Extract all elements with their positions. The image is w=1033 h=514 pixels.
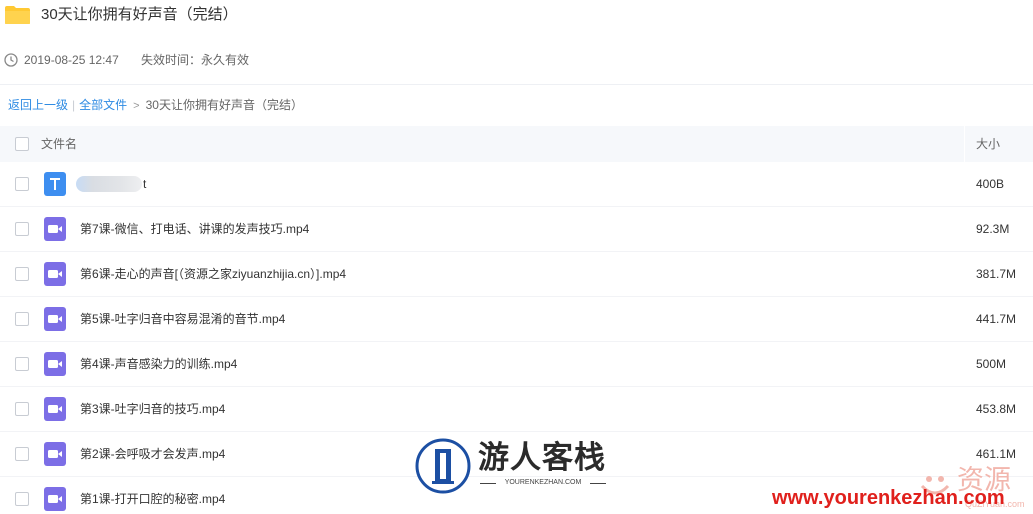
page-title: 30天让你拥有好声音（完结） — [41, 6, 238, 23]
row-checkbox[interactable] — [15, 357, 29, 371]
file-row[interactable]: t 400B — [0, 162, 1033, 207]
video-file-icon — [44, 352, 66, 376]
divider — [0, 84, 1033, 85]
file-row[interactable]: 第6课-走心的声音[（资源之家ziyuanzhijia.cn）].mp4 381… — [0, 252, 1033, 297]
file-name[interactable]: 第6课-走心的声音[（资源之家ziyuanzhijia.cn）].mp4 — [80, 266, 346, 282]
file-name[interactable]: 第4课-声音感染力的训练.mp4 — [80, 356, 237, 372]
file-row[interactable]: 第7课-微信、打电话、讲课的发声技巧.mp4 92.3M — [0, 207, 1033, 252]
back-link[interactable]: 返回上一级 — [8, 95, 68, 115]
file-row[interactable]: 第5课-吐字归音中容易混淆的音节.mp4 441.7M — [0, 297, 1033, 342]
column-header-size[interactable]: 大小 — [976, 136, 1000, 152]
video-file-icon — [44, 262, 66, 286]
file-row[interactable]: 第4课-声音感染力的训练.mp4 500M — [0, 342, 1033, 387]
video-file-icon — [44, 307, 66, 331]
row-checkbox[interactable] — [15, 312, 29, 326]
video-file-icon — [44, 487, 66, 511]
row-checkbox[interactable] — [15, 267, 29, 281]
file-name[interactable]: t — [143, 176, 146, 192]
file-size: 500M — [976, 357, 1007, 371]
file-size: 441.7M — [976, 312, 1017, 326]
column-divider — [964, 126, 965, 162]
breadcrumb-separator: | — [72, 98, 76, 112]
watermark-rule — [590, 483, 606, 484]
text-file-icon — [44, 172, 66, 196]
row-checkbox[interactable] — [15, 447, 29, 461]
breadcrumb-arrow: > — [133, 100, 140, 112]
folder-icon — [5, 6, 30, 24]
file-size: 92.3M — [976, 222, 1010, 236]
video-file-icon — [44, 442, 66, 466]
breadcrumb-current: 30天让你拥有好声音（完结） — [145, 98, 303, 112]
file-name[interactable]: 第1课-打开口腔的秘密.mp4 — [80, 491, 225, 507]
column-header-name[interactable]: 文件名 — [41, 136, 77, 152]
file-row[interactable]: 第3课-吐字归音的技巧.mp4 453.8M — [0, 387, 1033, 432]
title-bar: 30天让你拥有好声音（完结） — [0, 0, 1033, 32]
watermark-url: www.yourenkezhan.com — [772, 487, 1005, 509]
breadcrumb: 返回上一级 | 全部文件 >30天让你拥有好声音（完结） — [8, 95, 303, 115]
file-name[interactable]: 第3课-吐字归音的技巧.mp4 — [80, 401, 225, 417]
expire-time: 失效时间：永久有效 — [141, 53, 250, 67]
file-size: 400B — [976, 177, 1005, 191]
watermark-logo — [415, 438, 471, 494]
share-meta: 2019-08-25 12:47 失效时间：永久有效 — [0, 50, 1033, 70]
file-size: 381.7M — [976, 267, 1017, 281]
file-name[interactable]: 第2课-会呼吸才会发声.mp4 — [80, 446, 225, 462]
row-checkbox[interactable] — [15, 402, 29, 416]
row-checkbox[interactable] — [15, 222, 29, 236]
file-size: 461.1M — [976, 447, 1017, 461]
clock-icon — [4, 53, 18, 67]
row-checkbox[interactable] — [15, 492, 29, 506]
video-file-icon — [44, 397, 66, 421]
table-header: 文件名 大小 — [0, 126, 1033, 162]
file-name[interactable]: 第7课-微信、打电话、讲课的发声技巧.mp4 — [80, 221, 309, 237]
file-name[interactable]: 第5课-吐字归音中容易混淆的音节.mp4 — [80, 311, 285, 327]
video-file-icon — [44, 217, 66, 241]
file-size: 453.8M — [976, 402, 1017, 416]
watermark-sub: YOURENKEZHAN.COM — [504, 479, 582, 486]
redacted-filename — [76, 176, 142, 192]
share-date: 2019-08-25 12:47 — [24, 53, 119, 67]
watermark-brand: 游人客栈 — [478, 440, 606, 476]
select-all-checkbox[interactable] — [15, 137, 29, 151]
row-checkbox[interactable] — [15, 177, 29, 191]
all-files-link[interactable]: 全部文件 — [79, 95, 127, 115]
